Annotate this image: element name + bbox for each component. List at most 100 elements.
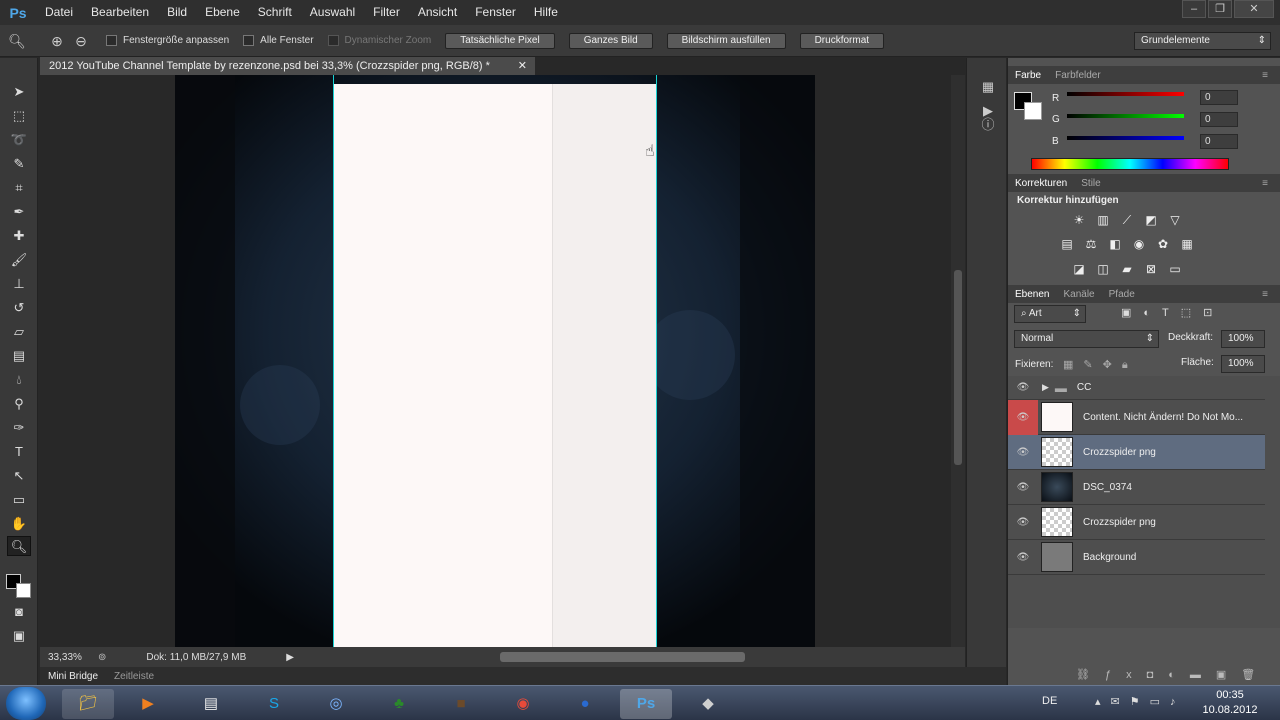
zoom-tool-active-icon[interactable]: 🔍︎: [7, 536, 31, 556]
blur-tool-icon[interactable]: 💧︎: [7, 370, 31, 390]
app-icon[interactable]: ▤: [185, 689, 237, 719]
color-spectrum-bar[interactable]: [1031, 158, 1229, 170]
clock-time[interactable]: 00:35: [1200, 689, 1260, 701]
black-white-icon[interactable]: ◧: [1107, 237, 1123, 251]
close-button[interactable]: ✕: [1234, 0, 1274, 18]
brightness-icon[interactable]: ☀: [1071, 213, 1087, 227]
threshold-icon[interactable]: ▰: [1119, 262, 1135, 276]
panel-menu-icon[interactable]: ≡: [1255, 70, 1275, 81]
status-menu-arrow-icon[interactable]: ▶: [286, 652, 294, 663]
layer-row[interactable]: 👁︎ Content. Nicht Ändern! Do Not Mo...: [1008, 399, 1265, 435]
color-background-swatch[interactable]: [1024, 102, 1042, 120]
menu-bearbeiten[interactable]: Bearbeiten: [82, 0, 158, 25]
vertical-scroll-thumb[interactable]: [954, 270, 962, 465]
skype-icon[interactable]: S: [248, 689, 300, 719]
info-panel-icon[interactable]: ⓘ: [977, 114, 999, 136]
canvas-area[interactable]: ☝: [40, 75, 951, 647]
actual-pixels-button[interactable]: Tatsächliche Pixel: [445, 32, 555, 49]
menu-auswahl[interactable]: Auswahl: [301, 0, 364, 25]
tab-adjustments[interactable]: Korrekturen: [1008, 178, 1074, 189]
horizontal-scroll-thumb[interactable]: [500, 652, 745, 662]
tab-color[interactable]: Farbe: [1008, 70, 1048, 81]
chrome-icon[interactable]: ◉: [497, 689, 549, 719]
green-value-input[interactable]: 0: [1200, 112, 1238, 127]
marquee-tool-icon[interactable]: ⬚: [7, 106, 31, 126]
document-tab[interactable]: 2012 YouTube Channel Template by rezenzo…: [40, 57, 535, 75]
layer-filter-select[interactable]: ⌕ Art ⇕: [1014, 305, 1086, 323]
rectangle-tool-icon[interactable]: ▭: [7, 490, 31, 510]
zoom-tool-icon[interactable]: 🔍︎: [6, 30, 28, 52]
explorer-icon[interactable]: 📁︎: [62, 689, 114, 719]
layer-row[interactable]: 👁︎ DSC_0374: [1008, 470, 1265, 505]
lock-icons[interactable]: ▦✎✥🔒︎: [1063, 358, 1138, 372]
layer-row[interactable]: 👁︎ ▶ ▬ CC: [1008, 376, 1265, 400]
vertical-scrollbar[interactable]: [951, 75, 965, 647]
pen-tool-icon[interactable]: ✑: [7, 418, 31, 438]
minecraft-icon[interactable]: ■: [435, 689, 487, 719]
layer-row[interactable]: 👁︎ Background: [1008, 540, 1265, 575]
tab-mini-bridge[interactable]: Mini Bridge: [40, 671, 106, 682]
layer-row-selected[interactable]: 👁︎ Crozzspider png: [1008, 435, 1265, 470]
workspace-select[interactable]: Grundelemente ⇕: [1134, 32, 1271, 50]
zoom-level[interactable]: 33,33%: [48, 652, 93, 663]
path-select-tool-icon[interactable]: ↖: [7, 466, 31, 486]
menu-ansicht[interactable]: Ansicht: [409, 0, 466, 25]
panel-menu-icon[interactable]: ≡: [1255, 178, 1275, 189]
red-slider[interactable]: [1067, 92, 1184, 96]
status-info-icon[interactable]: ⊚: [98, 652, 106, 663]
visibility-eye-icon[interactable]: 👁︎: [1008, 382, 1038, 393]
photoshop-taskbar-icon[interactable]: Ps: [620, 689, 672, 719]
visibility-eye-icon[interactable]: 👁︎: [1008, 482, 1038, 493]
fit-window-checkbox[interactable]: Fenstergröße anpassen: [106, 35, 229, 46]
network-icon[interactable]: ◎: [310, 689, 362, 719]
healing-brush-tool-icon[interactable]: ✚: [7, 226, 31, 246]
tab-styles[interactable]: Stile: [1074, 178, 1107, 189]
color-balance-icon[interactable]: ⚖: [1083, 237, 1099, 251]
quick-mask-icon[interactable]: ◙: [7, 602, 31, 622]
gradient-map-icon[interactable]: ▭: [1167, 262, 1183, 276]
invert-icon[interactable]: ◪: [1071, 262, 1087, 276]
dodge-tool-icon[interactable]: ⚲: [7, 394, 31, 414]
minimize-button[interactable]: –: [1182, 0, 1206, 18]
firefox-icon[interactable]: ●: [559, 689, 611, 719]
tree-app-icon[interactable]: ♣: [373, 689, 425, 719]
menu-filter[interactable]: Filter: [364, 0, 409, 25]
visibility-eye-icon[interactable]: 👁︎: [1008, 399, 1038, 435]
menu-bild[interactable]: Bild: [158, 0, 196, 25]
blue-value-input[interactable]: 0: [1200, 134, 1238, 149]
fill-input[interactable]: 100%: [1221, 355, 1265, 373]
tab-layers[interactable]: Ebenen: [1008, 289, 1056, 300]
screen-mode-icon[interactable]: ▣: [7, 626, 31, 646]
opacity-input[interactable]: 100%: [1221, 330, 1265, 348]
tab-channels[interactable]: Kanäle: [1056, 289, 1101, 300]
visibility-eye-icon[interactable]: 👁︎: [1008, 517, 1038, 528]
gradient-tool-icon[interactable]: ▤: [7, 346, 31, 366]
visibility-eye-icon[interactable]: 👁︎: [1008, 552, 1038, 563]
type-tool-icon[interactable]: T: [7, 442, 31, 462]
fill-screen-button[interactable]: Bildschirm ausfüllen: [666, 32, 786, 49]
eyedropper-tool-icon[interactable]: ✒: [7, 202, 31, 222]
history-panel-icon[interactable]: ▦: [977, 76, 999, 98]
photo-filter-icon[interactable]: ◉: [1131, 237, 1147, 251]
print-size-button[interactable]: Druckformat: [799, 32, 885, 49]
whole-image-button[interactable]: Ganzes Bild: [568, 32, 653, 49]
zoom-out-icon[interactable]: ⊖: [70, 30, 92, 52]
hand-tool-icon[interactable]: ✋: [7, 514, 31, 534]
channel-mixer-icon[interactable]: ✿: [1155, 237, 1171, 251]
clock-date[interactable]: 10.08.2012: [1195, 704, 1265, 716]
app-icon[interactable]: ◆: [682, 689, 734, 719]
curves-icon[interactable]: ⟋: [1119, 213, 1135, 227]
history-brush-tool-icon[interactable]: ↺: [7, 298, 31, 318]
vibrance-icon[interactable]: ▽: [1167, 213, 1183, 227]
lasso-tool-icon[interactable]: ➰: [7, 130, 31, 150]
blue-slider[interactable]: [1067, 136, 1184, 140]
crop-tool-icon[interactable]: ⌗: [7, 178, 31, 198]
brush-tool-icon[interactable]: 🖌︎: [7, 250, 31, 270]
quick-select-tool-icon[interactable]: ✎: [7, 154, 31, 174]
tray-icons[interactable]: ▴✉⚑▭♪: [1095, 695, 1186, 708]
selective-color-icon[interactable]: ⊠: [1143, 262, 1159, 276]
background-color-swatch[interactable]: [16, 583, 31, 598]
group-expand-arrow-icon[interactable]: ▶: [1042, 382, 1049, 393]
restore-button[interactable]: ❐: [1208, 0, 1232, 18]
media-player-icon[interactable]: ▶: [122, 689, 174, 719]
